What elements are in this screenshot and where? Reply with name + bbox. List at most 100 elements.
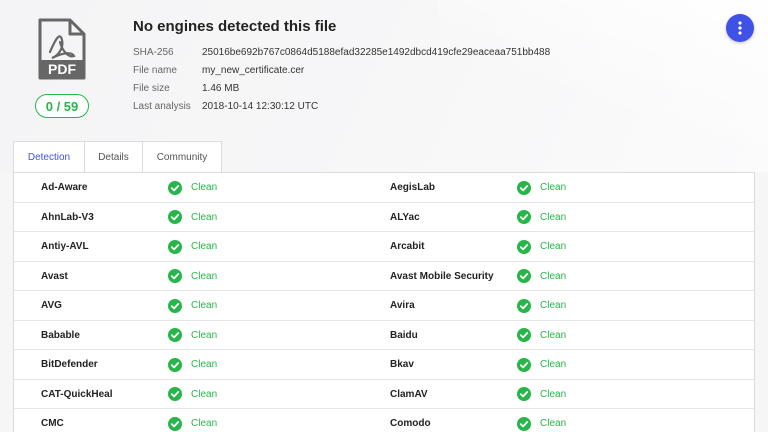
engine-name: ALYac [390,211,420,223]
engine-name: Babable [41,329,80,341]
meta-row-sha256: SHA-256 25016be692b767c0864d5188efad3228… [133,43,550,61]
meta-key: Last analysis [133,100,191,112]
meta-row-file-size: File size 1.46 MB [133,79,550,97]
check-circle-icon [517,180,531,195]
check-circle-icon [168,298,182,313]
result-label: Clean [191,359,218,370]
check-circle-icon [168,210,182,224]
engine-name: CAT-QuickHeal [41,388,113,400]
check-circle-icon [168,416,182,431]
engine-result: Clean [168,321,217,350]
engine-name: AhnLab-V3 [41,211,94,223]
check-circle-icon [517,387,531,401]
check-circle-icon [517,210,531,224]
engine-name: AegisLab [390,182,436,193]
tab-details[interactable]: Details [85,142,143,173]
engine-result: Clean [168,262,217,291]
result-label: Clean [540,329,567,341]
engine-name: Arcabit [390,241,425,252]
result-label: Clean [540,241,567,252]
check-circle-icon [517,239,531,254]
result-label: Clean [540,300,567,311]
engine-result: Clean [168,350,217,379]
meta-value: my_new_certificate.cer [202,64,305,76]
check-circle-icon [517,298,531,313]
engine-result: Clean [517,262,566,291]
table-row: Antiy-AVL Clean Arcabit Clean [14,232,754,262]
engine-result: Clean [517,173,566,202]
more-vertical-icon [738,21,742,35]
result-label: Clean [191,211,218,223]
engine-name: Ad-Aware [41,182,88,193]
tab-community[interactable]: Community [143,142,221,173]
result-label: Clean [540,211,567,223]
result-label: Clean [191,388,218,400]
more-options-button[interactable] [726,14,754,42]
result-label: Clean [540,270,567,282]
check-circle-icon [168,180,182,195]
engine-result: Clean [517,350,566,379]
engine-name: Avast Mobile Security [390,270,494,282]
detection-table: Ad-Aware Clean AegisLab Clean AhnLab-V3 Clean… [13,172,755,432]
engine-result: Clean [517,291,566,320]
result-label: Clean [540,418,567,429]
result-label: Clean [191,418,218,429]
check-circle-icon [517,416,531,431]
check-circle-icon [168,357,182,372]
pdf-file-icon: PDF [38,18,86,80]
page-title: No engines detected this file [133,18,337,35]
table-row: AVG Clean Avira Clean [14,291,754,321]
file-metadata: SHA-256 25016be692b767c0864d5188efad3228… [133,43,550,115]
engine-result: Clean [517,232,566,261]
result-label: Clean [191,241,218,252]
check-circle-icon [517,328,531,342]
table-row: BitDefender Clean Bkav Clean [14,350,754,380]
detection-score: 0 / 59 [35,94,89,118]
tab-detection[interactable]: Detection [14,142,85,173]
engine-result: Clean [168,409,217,432]
result-label: Clean [540,359,567,370]
meta-row-file-name: File name my_new_certificate.cer [133,61,550,79]
table-row: Babable Clean Baidu Clean [14,321,754,350]
engine-name: Baidu [390,329,418,341]
engine-result: Clean [168,203,217,232]
engine-result: Clean [168,173,217,202]
meta-row-last-analysis: Last analysis 2018-10-14 12:30:12 UTC [133,97,550,115]
result-label: Clean [191,182,218,193]
tab-bar: Detection Details Community [13,141,222,173]
engine-name: Avira [390,300,415,311]
check-circle-icon [168,387,182,401]
engine-name: ClamAV [390,388,428,400]
engine-name: Avast [41,270,68,282]
result-label: Clean [191,300,218,311]
engine-result: Clean [168,380,217,409]
table-row: Ad-Aware Clean AegisLab Clean [14,173,754,203]
pdf-label: PDF [48,61,76,77]
meta-key: File name [133,64,177,76]
check-circle-icon [517,357,531,372]
result-label: Clean [540,182,567,193]
meta-value: 2018-10-14 12:30:12 UTC [202,100,319,112]
engine-result: Clean [517,409,566,432]
engine-result: Clean [517,203,566,232]
result-label: Clean [540,388,567,400]
result-label: Clean [191,270,218,282]
check-circle-icon [168,239,182,254]
table-row: CMC Clean Comodo Clean [14,409,754,432]
check-circle-icon [168,269,182,283]
engine-name: Bkav [390,359,414,370]
engine-result: Clean [517,380,566,409]
meta-key: File size [133,82,170,94]
engine-name: Antiy-AVL [41,241,89,252]
engine-result: Clean [168,291,217,320]
engine-result: Clean [168,232,217,261]
result-label: Clean [191,329,218,341]
engine-name: CMC [41,418,64,429]
check-circle-icon [168,328,182,342]
engine-name: BitDefender [41,359,98,370]
engine-name: AVG [41,300,62,311]
check-circle-icon [517,269,531,283]
table-row: CAT-QuickHeal Clean ClamAV Clean [14,380,754,409]
engine-name: Comodo [390,418,431,429]
table-row: AhnLab-V3 Clean ALYac Clean [14,203,754,232]
